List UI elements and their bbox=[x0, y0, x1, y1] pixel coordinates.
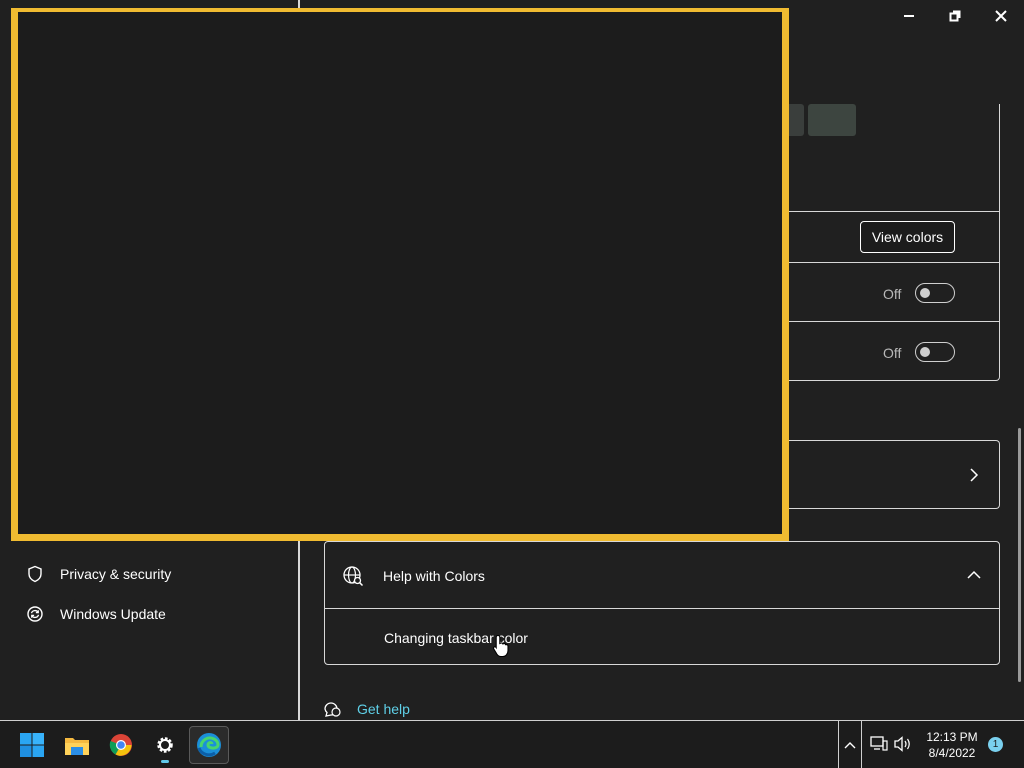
chrome-icon bbox=[109, 734, 132, 756]
file-explorer-icon bbox=[65, 738, 89, 755]
related-setting-row[interactable] bbox=[780, 440, 1000, 509]
color-swatch[interactable] bbox=[808, 104, 856, 136]
volume-icon[interactable] bbox=[894, 735, 912, 753]
toggle-switch[interactable] bbox=[915, 342, 955, 362]
taskbar-file-explorer[interactable] bbox=[57, 726, 97, 764]
start-icon bbox=[20, 733, 44, 757]
notification-badge[interactable]: 1 bbox=[988, 737, 1003, 752]
taskbar-edge[interactable] bbox=[189, 726, 229, 764]
sync-icon bbox=[24, 603, 46, 625]
taskbar-clock[interactable]: 12:13 PM 8/4/2022 bbox=[918, 729, 986, 761]
settings-icon bbox=[157, 737, 173, 753]
get-help-link[interactable]: Get help bbox=[322, 700, 410, 718]
restore-icon bbox=[949, 10, 961, 22]
clock-date: 8/4/2022 bbox=[928, 746, 976, 760]
show-hidden-icons-button[interactable] bbox=[838, 721, 862, 768]
toggle-switch[interactable] bbox=[915, 283, 955, 303]
view-colors-button[interactable]: View colors bbox=[860, 221, 955, 253]
chevron-up-icon[interactable] bbox=[967, 570, 981, 580]
sidebar-item-windows-update[interactable]: Windows Update bbox=[24, 597, 166, 631]
globe-search-icon bbox=[343, 566, 364, 587]
minimize-button[interactable] bbox=[886, 0, 932, 32]
sidebar-item-privacy-security[interactable]: Privacy & security bbox=[24, 557, 171, 591]
edge-icon bbox=[197, 733, 221, 757]
scrollbar[interactable] bbox=[1018, 428, 1021, 682]
chevron-up-icon bbox=[844, 742, 856, 749]
close-icon bbox=[995, 10, 1007, 22]
help-title: Help with Colors bbox=[383, 568, 485, 584]
chevron-right-icon bbox=[970, 468, 979, 482]
restore-button[interactable] bbox=[932, 0, 978, 32]
chat-help-icon bbox=[322, 700, 344, 718]
hand-cursor-icon bbox=[492, 634, 509, 658]
taskbar-settings[interactable] bbox=[145, 726, 185, 764]
toggle-state-label: Off bbox=[883, 286, 902, 302]
minimize-icon bbox=[904, 15, 914, 17]
start-button[interactable] bbox=[12, 726, 52, 764]
overlay-panel bbox=[11, 8, 789, 541]
toggle-knob bbox=[920, 347, 930, 357]
get-help-label: Get help bbox=[357, 701, 410, 717]
shield-icon bbox=[24, 563, 46, 585]
help-expander-header[interactable]: Help with Colors bbox=[325, 542, 999, 609]
taskbar: 12:13 PM 8/4/2022 1 bbox=[0, 720, 1024, 768]
active-app-indicator bbox=[161, 760, 169, 763]
close-button[interactable] bbox=[978, 0, 1024, 32]
toggle-knob bbox=[920, 288, 930, 298]
taskbar-chrome[interactable] bbox=[101, 726, 141, 764]
sidebar-item-label: Windows Update bbox=[60, 606, 166, 622]
toggle-state-label: Off bbox=[883, 345, 902, 361]
network-icon[interactable] bbox=[870, 735, 888, 753]
clock-time: 12:13 PM bbox=[926, 730, 978, 744]
sidebar-item-label: Privacy & security bbox=[60, 566, 172, 582]
